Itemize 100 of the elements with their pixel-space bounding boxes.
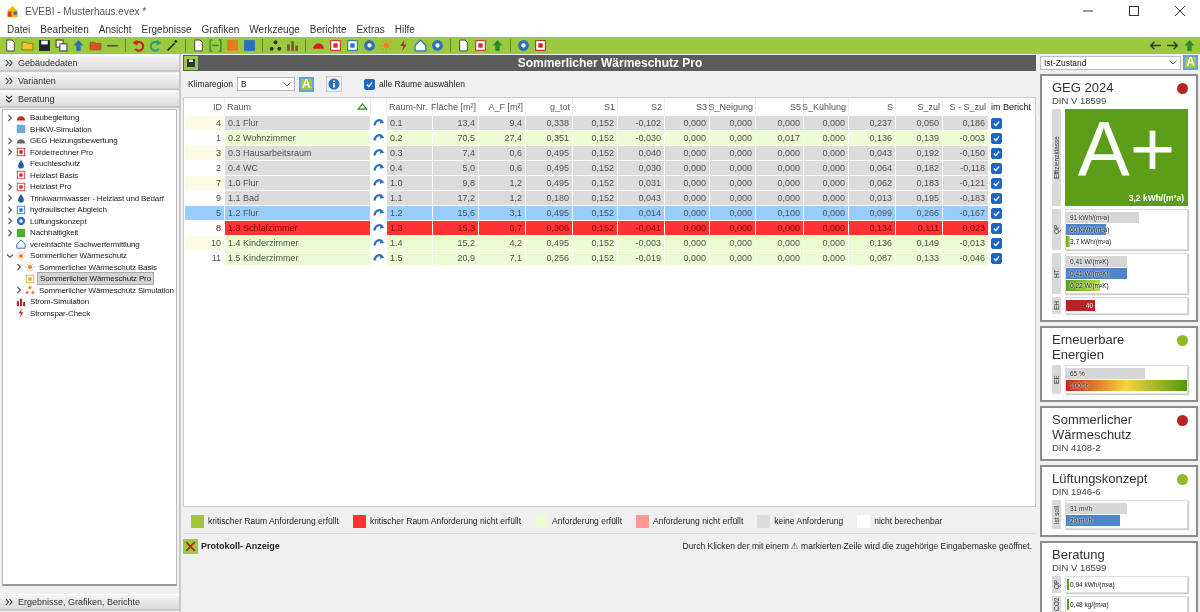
link-arrow-icon[interactable]: [372, 162, 385, 172]
info-button[interactable]: [325, 76, 342, 92]
tree-item[interactable]: Heizlast Basis: [28, 169, 81, 181]
column-header[interactable]: Raum-Nr.: [389, 101, 428, 112]
tree-item[interactable]: Stromspar-Check: [28, 307, 92, 319]
section-header[interactable]: Ergebnisse, Grafiken, Berichte: [0, 594, 179, 611]
menu-item[interactable]: Extras: [351, 24, 390, 35]
column-header[interactable]: S_Kühlung: [801, 101, 846, 112]
list-icon[interactable]: [286, 39, 299, 52]
link-arrow-icon[interactable]: [372, 132, 385, 142]
chevron-icon[interactable]: [6, 251, 14, 260]
wand-icon[interactable]: [166, 39, 179, 52]
close-icon[interactable]: [183, 538, 198, 554]
column-header[interactable]: g_tot: [549, 101, 570, 112]
section-header[interactable]: Gebäudedaten: [0, 55, 179, 72]
diagram-icon[interactable]: [269, 39, 282, 52]
page-icon[interactable]: [4, 39, 17, 52]
square-icon[interactable]: [243, 39, 256, 52]
chevron-icon[interactable]: [6, 148, 14, 157]
back-arrow-icon[interactable]: [1149, 39, 1162, 52]
column-header[interactable]: S: [887, 101, 893, 112]
link-arrow-icon[interactable]: [372, 117, 385, 127]
chevron-icon[interactable]: [6, 182, 14, 191]
caret-icon[interactable]: [1169, 60, 1177, 65]
column-header[interactable]: Fläche [m²]: [431, 101, 476, 112]
tree-item[interactable]: Sommerlicher Wärmeschutz Simulation: [37, 284, 176, 296]
tree-item[interactable]: Trinkwarmwasser - Heizlast und Bedarf: [28, 192, 166, 204]
tree-item[interactable]: BHKW-Simulation: [28, 123, 94, 135]
checkbox[interactable]: [991, 252, 1002, 264]
menu-item[interactable]: Berichte: [304, 24, 352, 35]
column-header[interactable]: S2: [651, 101, 662, 112]
column-header[interactable]: S3: [696, 101, 707, 112]
checkbox[interactable]: [991, 162, 1002, 174]
section-header[interactable]: Beratung: [0, 91, 179, 108]
result-card[interactable]: Sommerlicher Wärmeschutz DIN 4108-2: [1040, 406, 1198, 461]
tree-item[interactable]: Sommerlicher Wärmeschutz Pro: [37, 272, 154, 286]
menu-item[interactable]: Ergebnisse: [136, 24, 197, 35]
checkbox[interactable]: [991, 132, 1002, 144]
table-row[interactable]: 4 0.1 Flur 0.1 13,4 9,4 0,338 0,152 -0,102 0,000 0,000 0,000 0,000 0,237 0,050 0,186: [184, 115, 1034, 131]
menu-item[interactable]: Grafiken: [196, 24, 245, 35]
link-arrow-icon[interactable]: [372, 192, 385, 202]
tree-item[interactable]: Sommerlicher Wärmeschutz: [28, 250, 129, 262]
undo-icon[interactable]: [132, 39, 145, 52]
column-header[interactable]: ID: [213, 101, 222, 112]
folder-icon[interactable]: [89, 39, 102, 52]
column-header[interactable]: S_Neigung: [708, 101, 753, 112]
copy-icon[interactable]: [55, 39, 68, 52]
tree-item[interactable]: Heizlast Pro: [28, 181, 74, 193]
tree-item[interactable]: Förderrechner Pro: [28, 146, 95, 158]
tree-item[interactable]: Strom-Simulation: [28, 296, 91, 308]
column-header[interactable]: Raum: [227, 101, 251, 112]
save-icon[interactable]: [184, 56, 198, 70]
tree-item[interactable]: Baubegleitung: [28, 112, 82, 124]
chevron-icon[interactable]: [6, 136, 14, 145]
house-icon[interactable]: [414, 39, 427, 52]
link-arrow-icon[interactable]: [372, 147, 385, 157]
column-header[interactable]: S - S_zul: [949, 101, 986, 112]
globe-icon[interactable]: [431, 39, 444, 52]
tree-item[interactable]: Nachhaltigkeit: [28, 227, 81, 239]
column-header[interactable]: S1: [604, 101, 615, 112]
caret-icon[interactable]: [282, 81, 291, 87]
tree-item[interactable]: Lüftungskonzept: [28, 215, 89, 227]
close-icon[interactable]: [1175, 6, 1185, 16]
column-header[interactable]: S5: [790, 101, 801, 112]
document-icon[interactable]: [346, 39, 359, 52]
link-arrow-icon[interactable]: [372, 177, 385, 187]
checkbox[interactable]: [991, 222, 1002, 234]
column-header[interactable]: im Bericht: [991, 101, 1031, 112]
tree-item[interactable]: GEG Heizungsbewertung: [28, 135, 120, 147]
sort-icon[interactable]: [357, 103, 368, 110]
section-header[interactable]: Varianten: [0, 73, 179, 90]
chevron-icon[interactable]: [15, 286, 23, 295]
tree-item[interactable]: vereinfachte Sachwertermittlung: [28, 238, 142, 250]
protocol-label[interactable]: Protokoll- Anzeige: [201, 541, 280, 551]
link-arrow-icon[interactable]: [372, 252, 385, 262]
variant-dropdown[interactable]: Ist-Zustand: [1040, 55, 1181, 70]
link-arrow-icon[interactable]: [372, 237, 385, 247]
upload-icon[interactable]: [72, 39, 85, 52]
checkbox[interactable]: [363, 78, 375, 90]
checkbox[interactable]: [991, 192, 1002, 204]
forward-arrow-icon[interactable]: [1166, 39, 1179, 52]
chevron-icon[interactable]: [6, 228, 14, 237]
menu-item[interactable]: Hilfe: [389, 24, 420, 35]
link-arrow-icon[interactable]: [372, 207, 385, 217]
checkbox[interactable]: [991, 117, 1002, 129]
save-icon[interactable]: [38, 39, 51, 52]
page-icon[interactable]: [192, 39, 205, 52]
link-arrow-icon[interactable]: [372, 222, 385, 232]
page-icon[interactable]: [457, 39, 470, 52]
tree-item[interactable]: hydraulischer Abgleich: [28, 204, 109, 216]
tree-item[interactable]: Sommerlicher Wärmeschutz Basis: [37, 261, 159, 273]
menu-item[interactable]: Datei: [2, 24, 36, 35]
chevron-icon[interactable]: [6, 217, 14, 226]
document-icon[interactable]: [329, 39, 342, 52]
document-icon[interactable]: [474, 39, 487, 52]
menu-item[interactable]: Werkzeuge: [244, 24, 305, 35]
checkbox[interactable]: [991, 207, 1002, 219]
globe-icon[interactable]: [363, 39, 376, 52]
chevron-icon[interactable]: [6, 194, 14, 203]
klimaregion-dropdown[interactable]: B: [236, 77, 295, 91]
